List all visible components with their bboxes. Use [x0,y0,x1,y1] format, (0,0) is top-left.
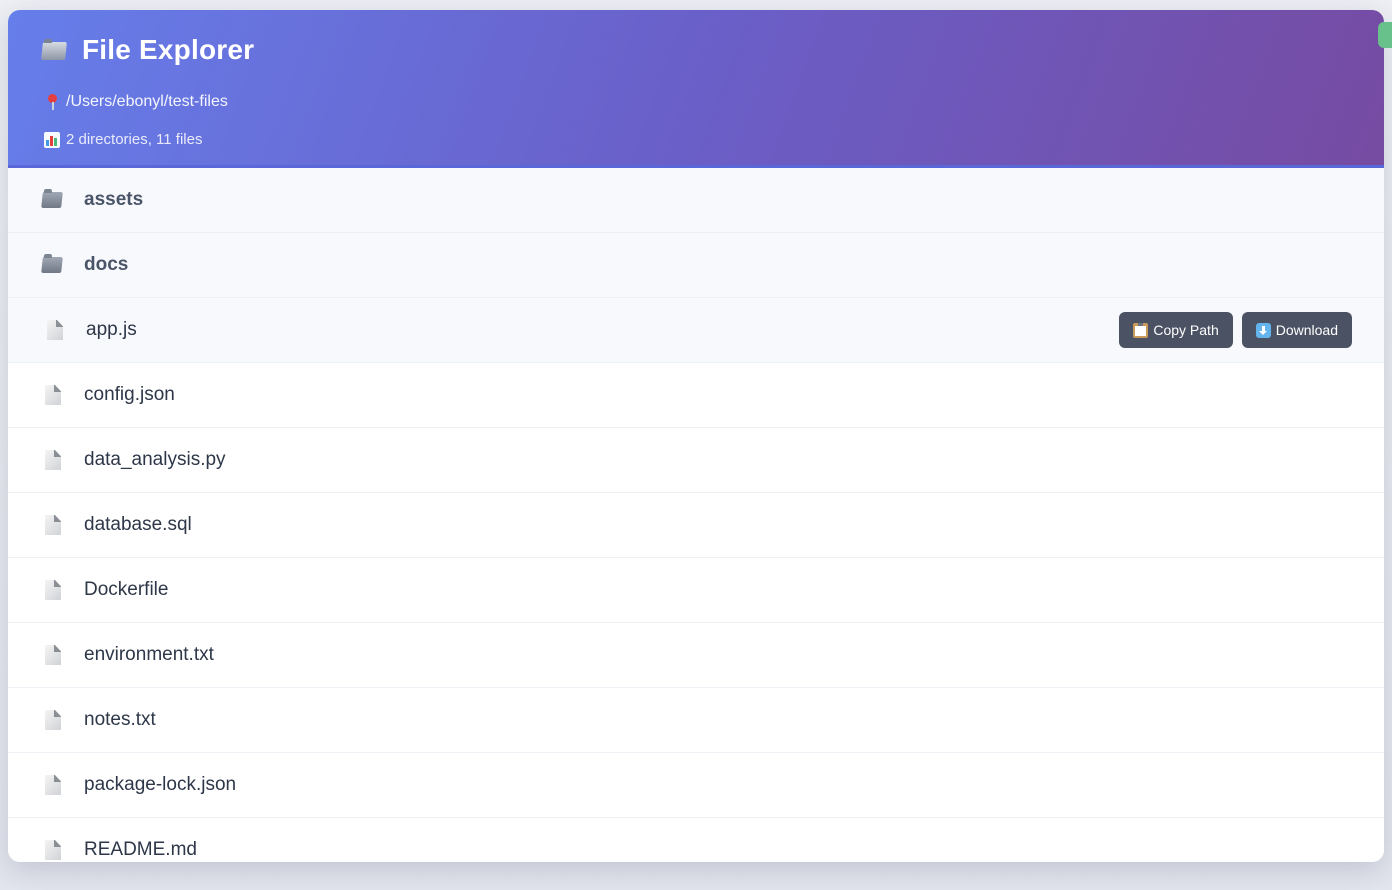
pin-icon [44,94,60,110]
file-icon [42,644,64,666]
file-icon [42,384,64,406]
copy-path-button[interactable]: Copy Path [1119,312,1233,348]
explorer-header: File Explorer /Users/ebonyl/test-files 2… [8,10,1384,168]
clipboard-icon [1133,322,1149,338]
list-item-label: assets [84,189,144,210]
title-row: File Explorer [41,34,255,66]
page-title: File Explorer [82,34,255,65]
list-item-assets[interactable]: assets [8,168,1384,233]
list-item-label: package-lock.json [84,774,237,795]
list-item-label: Dockerfile [84,579,169,600]
file-icon [42,579,64,601]
list-item-config-json[interactable]: config.json [8,363,1384,428]
list-item-database-sql[interactable]: database.sql [8,493,1384,558]
file-explorer-window: File Explorer /Users/ebonyl/test-files 2… [8,10,1384,862]
file-icon [42,774,64,796]
bar-chart-icon [44,131,60,148]
current-path-text: /Users/ebonyl/test-files [66,93,228,110]
list-item-readme-md[interactable]: README.md [8,818,1384,862]
list-item-notes-txt[interactable]: notes.txt [8,688,1384,753]
file-list: assets docs app.js Copy Path Download co… [8,168,1384,862]
list-item-label: config.json [84,384,175,405]
list-item-data-analysis-py[interactable]: data_analysis.py [8,428,1384,493]
file-icon [42,514,64,536]
status-indicator[interactable] [1378,22,1392,48]
list-item-app-js[interactable]: app.js Copy Path Download [8,298,1384,363]
file-icon [42,839,64,861]
file-icon [42,449,64,471]
list-item-dockerfile[interactable]: Dockerfile [8,558,1384,623]
directory-stats-text: 2 directories, 11 files [66,131,203,148]
list-item-label: database.sql [84,514,192,535]
list-item-label: environment.txt [84,644,214,665]
download-button[interactable]: Download [1241,312,1352,348]
list-item-label: README.md [84,839,197,860]
download-icon [1255,322,1271,338]
folder-icon [41,189,64,211]
list-item-package-lock-json[interactable]: package-lock.json [8,753,1384,818]
list-item-label: data_analysis.py [84,449,226,470]
list-item-label: app.js [86,319,137,340]
list-item-environment-txt[interactable]: environment.txt [8,623,1384,688]
list-item-label: docs [84,254,129,275]
row-actions: Copy Path Download [1119,312,1352,348]
current-path: /Users/ebonyl/test-files [44,93,228,111]
download-label: Download [1275,322,1338,338]
folder-icon [41,40,68,60]
file-icon [44,319,66,341]
directory-stats: 2 directories, 11 files [44,131,202,148]
list-item-docs[interactable]: docs [8,233,1384,298]
folder-icon [41,254,64,276]
file-icon [42,709,64,731]
copy-path-label: Copy Path [1153,322,1219,338]
list-item-label: notes.txt [84,709,156,730]
